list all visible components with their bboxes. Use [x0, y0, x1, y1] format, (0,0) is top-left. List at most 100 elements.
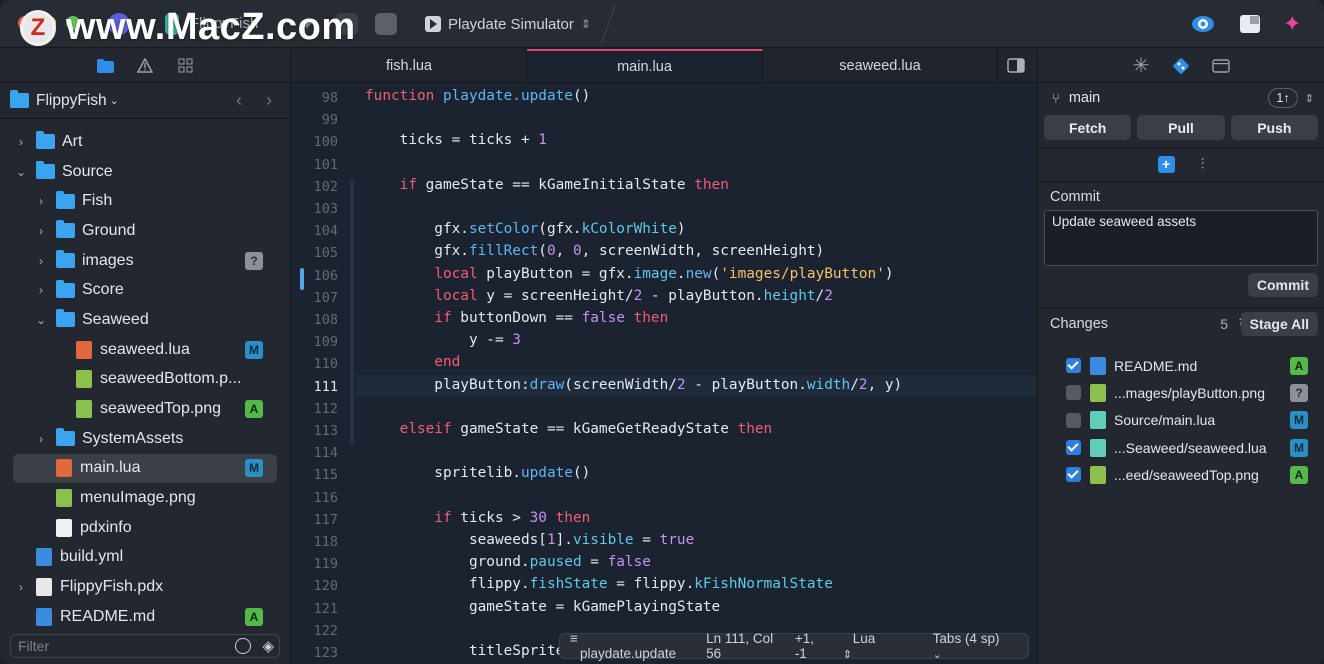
- chevron-down-icon[interactable]: ⌄: [14, 165, 28, 179]
- symbol-status[interactable]: ≡ playdate.update: [560, 631, 696, 661]
- tree-item[interactable]: build.yml: [0, 543, 290, 573]
- tree-item[interactable]: menuImage.png: [0, 483, 290, 513]
- tree-item[interactable]: › Ground: [0, 216, 290, 246]
- stage-checkbox[interactable]: [1066, 412, 1081, 428]
- tree-item-label: SystemAssets: [82, 429, 184, 447]
- code-line[interactable]: seaweeds[1].visible = true: [365, 532, 694, 548]
- image-file-icon: [76, 400, 92, 419]
- code-line[interactable]: gameState = kGamePlayingState: [365, 599, 720, 615]
- code-line[interactable]: y -= 3: [365, 332, 521, 348]
- line-number: 106: [313, 267, 338, 284]
- chevron-right-icon[interactable]: ›: [34, 432, 48, 446]
- tree-item[interactable]: › Art: [0, 127, 290, 157]
- changes-view-icon[interactable]: +: [1157, 156, 1175, 173]
- clock-icon[interactable]: [235, 638, 251, 654]
- tab-fish-lua[interactable]: fish.lua: [292, 49, 527, 82]
- forward-button[interactable]: ›: [266, 90, 272, 111]
- code-line[interactable]: function playdate.update(): [365, 88, 590, 104]
- stage-checkbox[interactable]: [1066, 385, 1081, 401]
- document-icon: [56, 518, 72, 537]
- layout-icon[interactable]: [1238, 12, 1262, 36]
- eye-icon[interactable]: [1191, 12, 1215, 36]
- tree-item[interactable]: › Score: [0, 275, 290, 305]
- ahead-count[interactable]: 1↑: [1268, 88, 1298, 108]
- push-button[interactable]: Push: [1230, 115, 1318, 140]
- chevron-right-icon[interactable]: ›: [34, 224, 48, 238]
- window-tab-icon[interactable]: [1212, 57, 1230, 75]
- sparkles-icon[interactable]: ✦: [1283, 12, 1307, 36]
- commit-button[interactable]: Commit: [1247, 273, 1318, 297]
- chevron-right-icon[interactable]: ›: [34, 194, 48, 208]
- code-line[interactable]: local y = screenHeight/2 - playButton.he…: [365, 288, 833, 304]
- language-selector[interactable]: Lua ⇕: [833, 631, 913, 661]
- stage-all-button[interactable]: Stage All: [1240, 312, 1318, 336]
- stage-checkbox[interactable]: [1066, 467, 1081, 483]
- tab-main-lua[interactable]: main.lua: [527, 49, 763, 82]
- stage-checkbox[interactable]: [1066, 440, 1081, 456]
- split-editor-icon[interactable]: [998, 49, 1034, 82]
- change-item[interactable]: ...Seaweed/seaweed.lua M: [1038, 434, 1324, 461]
- cursor-position[interactable]: Ln 111, Col 56: [696, 631, 785, 661]
- code-line[interactable]: gfx.fillRect(0, 0, screenWidth, screenHe…: [365, 243, 824, 259]
- fetch-button[interactable]: Fetch: [1044, 115, 1132, 140]
- change-item[interactable]: README.md A: [1038, 352, 1324, 379]
- chevron-right-icon[interactable]: ›: [34, 254, 48, 268]
- tree-item[interactable]: README.md A: [0, 602, 290, 632]
- branch-row[interactable]: ⑂ main 1↑ ⇕: [1038, 83, 1324, 113]
- tree-item[interactable]: › images?: [0, 246, 290, 276]
- tree-item[interactable]: › SystemAssets: [0, 424, 290, 454]
- tree-item[interactable]: seaweedBottom.p...: [0, 365, 290, 395]
- change-item[interactable]: ...mages/playButton.png?: [1038, 379, 1324, 406]
- code-line[interactable]: if buttonDown == false then: [365, 310, 668, 326]
- tree-item[interactable]: seaweed.lua M: [0, 335, 290, 365]
- tree-item[interactable]: › Fish: [0, 186, 290, 216]
- git-tab-icon[interactable]: [1172, 57, 1190, 75]
- code-line[interactable]: ground.paused = false: [365, 554, 651, 570]
- tab-seaweed-lua[interactable]: seaweed.lua: [763, 49, 998, 82]
- status-badge: ?: [245, 251, 263, 270]
- grid-tab-icon[interactable]: [176, 57, 194, 75]
- code-line[interactable]: local playButton = gfx.image.new('images…: [365, 266, 893, 282]
- tree-item-label: Ground: [82, 221, 136, 239]
- tree-item[interactable]: ⌄ Source: [0, 157, 290, 187]
- code-line[interactable]: gfx.setColor(gfx.kColorWhite): [365, 221, 685, 237]
- folder-icon: [36, 161, 55, 180]
- asterisk-icon[interactable]: ✳: [1132, 55, 1150, 77]
- back-button[interactable]: ‹: [236, 90, 242, 111]
- code-line[interactable]: if gameState == kGameInitialState then: [365, 177, 729, 193]
- project-header[interactable]: FlippyFish ⌄ ‹ ›: [0, 83, 290, 119]
- code-line[interactable]: flippy.fishState = flippy.kFishNormalSta…: [365, 576, 833, 592]
- files-tab-icon[interactable]: [96, 57, 114, 75]
- code-line[interactable]: spritelib.update(): [365, 465, 590, 481]
- code-line[interactable]: end: [365, 354, 460, 370]
- issues-tab-icon[interactable]: [136, 57, 154, 75]
- tree-item[interactable]: seaweedTop.png A: [0, 394, 290, 424]
- tree-item[interactable]: pdxinfo: [0, 513, 290, 543]
- pull-button[interactable]: Pull: [1137, 115, 1225, 140]
- history-view-icon[interactable]: ⫶: [1201, 156, 1205, 173]
- filter-field[interactable]: Filter ◈: [10, 634, 280, 658]
- indent-selector[interactable]: Tabs (4 sp) ⌄: [913, 631, 1028, 661]
- code-line[interactable]: elseif gameState == kGameGetReadyState t…: [365, 421, 773, 437]
- stop-button[interactable]: [375, 13, 397, 35]
- stage-checkbox[interactable]: [1066, 358, 1081, 374]
- tree-item[interactable]: ⌄ Seaweed: [0, 305, 290, 335]
- code-line[interactable]: if ticks > 30 then: [365, 510, 590, 526]
- change-item[interactable]: ...eed/seaweedTop.png A: [1038, 461, 1324, 488]
- tree-item[interactable]: › FlippyFish.pdx: [0, 572, 290, 602]
- chevron-down-icon[interactable]: ⌄: [34, 313, 48, 327]
- changes-list: README.md A ...mages/playButton.png? Source…: [1038, 339, 1324, 488]
- tree-item[interactable]: main.lua M: [13, 453, 277, 484]
- fold-ribbon[interactable]: [350, 178, 354, 446]
- chevron-right-icon[interactable]: ›: [14, 135, 28, 149]
- chevron-up-down-icon[interactable]: ⇕: [1305, 92, 1314, 105]
- commit-message-field[interactable]: Update seaweed assets: [1044, 210, 1318, 266]
- lua-file-icon: [1090, 438, 1106, 457]
- change-item[interactable]: Source/main.lua M: [1038, 407, 1324, 434]
- scheme-selector[interactable]: Playdate Simulator ⇕: [425, 12, 591, 36]
- code-line[interactable]: playButton:draw(screenWidth/2 - playButt…: [365, 377, 902, 393]
- chevron-right-icon[interactable]: ›: [34, 283, 48, 297]
- filter-options-icon[interactable]: ◈: [262, 636, 274, 658]
- code-line[interactable]: ticks = ticks + 1: [365, 132, 547, 148]
- chevron-right-icon[interactable]: ›: [14, 580, 28, 594]
